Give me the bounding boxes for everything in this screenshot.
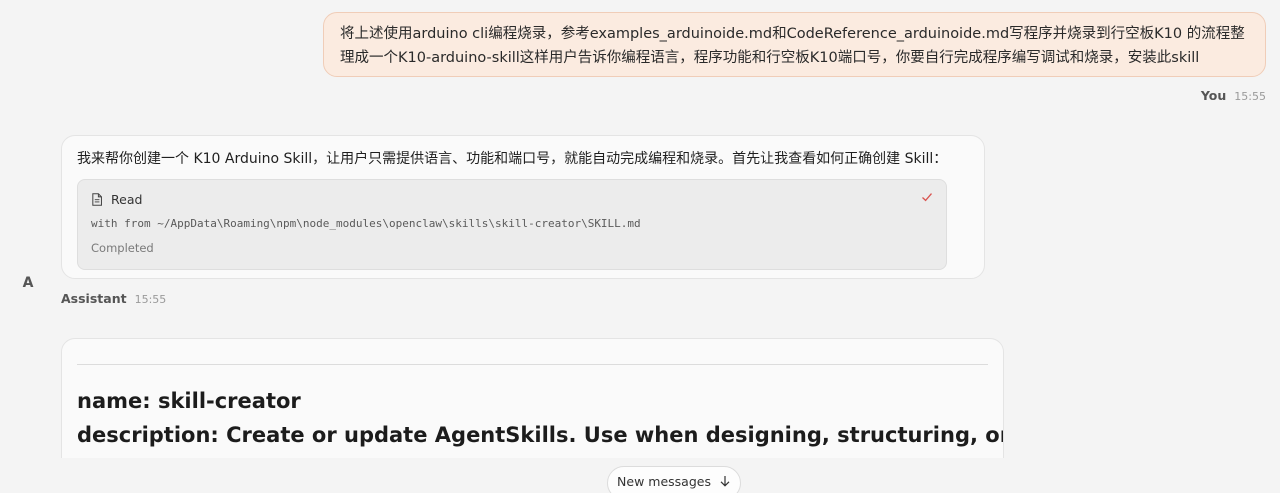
assistant-message-bubble: 我来帮你创建一个 K10 Arduino Skill，让用户只需提供语言、功能和… bbox=[61, 135, 985, 279]
assistant-message-time: 15:55 bbox=[134, 293, 167, 306]
frontmatter-name: name: skill-creator bbox=[77, 389, 301, 413]
frontmatter-description: description: Create or update AgentSkill… bbox=[77, 423, 1003, 447]
assistant-message-meta: Assistant 15:55 bbox=[61, 291, 166, 306]
tool-name: Read bbox=[111, 191, 143, 207]
divider bbox=[77, 364, 988, 365]
new-messages-button[interactable]: New messages bbox=[607, 466, 741, 493]
user-message-time: 15:55 bbox=[1234, 90, 1266, 103]
user-message-meta: You 15:55 bbox=[1201, 88, 1266, 103]
tool-call-status: Completed bbox=[91, 241, 154, 255]
chat-view: 将上述使用arduino cli编程烧录，参考examples_arduinoi… bbox=[0, 0, 1280, 493]
tool-call-card[interactable]: Read with from ~/AppData\Roaming\npm\nod… bbox=[77, 179, 947, 270]
assistant-author: Assistant bbox=[61, 291, 127, 306]
user-author: You bbox=[1200, 88, 1227, 103]
new-messages-label: New messages bbox=[617, 473, 711, 489]
arrow-down-icon bbox=[720, 476, 730, 487]
assistant-message-text: 我来帮你创建一个 K10 Arduino Skill，让用户只需提供语言、功能和… bbox=[77, 151, 948, 167]
tool-call-header: Read bbox=[91, 190, 933, 208]
assistant-avatar: A bbox=[22, 275, 34, 291]
tool-call-path: with from ~/AppData\Roaming\npm\node_mod… bbox=[91, 217, 641, 230]
user-message-bubble: 将上述使用arduino cli编程烧录，参考examples_arduinoi… bbox=[323, 12, 1266, 77]
check-icon bbox=[922, 193, 932, 202]
document-icon bbox=[92, 192, 102, 206]
user-message-text: 将上述使用arduino cli编程烧录，参考examples_arduinoi… bbox=[340, 26, 1245, 66]
